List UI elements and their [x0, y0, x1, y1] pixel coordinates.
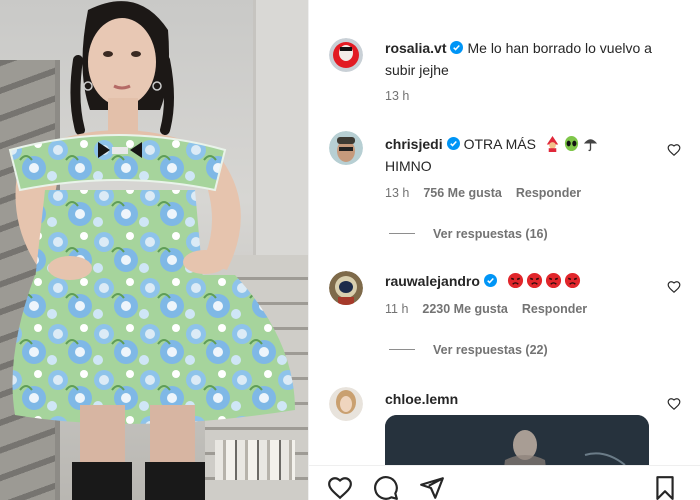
- view-replies-1[interactable]: Ver respuestas (16): [389, 227, 548, 241]
- alien-emoji: [564, 135, 578, 152]
- avatar-image: [329, 38, 363, 72]
- comment-time[interactable]: 13 h: [385, 186, 409, 200]
- view-replies-label[interactable]: Ver respuestas (16): [433, 227, 548, 241]
- woman-in-floral-dress: [8, 1, 295, 500]
- pouting-face-emoji: [507, 272, 523, 289]
- replies-line: [389, 349, 415, 350]
- comment-username[interactable]: chloe.lemn: [385, 391, 458, 407]
- avatar-chloe[interactable]: [329, 387, 363, 421]
- caption-meta: 13 h: [385, 89, 423, 103]
- pouting-face-emoji: [526, 272, 542, 289]
- avatar-chrisjedi[interactable]: [329, 131, 363, 165]
- comment-1: chrisjedi OTRA MÁS HIMNO: [385, 133, 665, 177]
- comment-icon[interactable]: [373, 475, 399, 500]
- like-comment-heart-icon[interactable]: [667, 280, 681, 294]
- comment-time[interactable]: 11 h: [385, 302, 408, 316]
- comment-2: rauwalejandro: [385, 270, 665, 292]
- save-icon[interactable]: [652, 475, 678, 500]
- like-comment-heart-icon[interactable]: [667, 143, 681, 157]
- avatar-image: [329, 387, 363, 421]
- comment-text-line2: HIMNO: [385, 158, 432, 174]
- heart-icon[interactable]: [327, 475, 353, 500]
- pouting-face-emoji: [564, 272, 580, 289]
- view-replies-2[interactable]: Ver respuestas (22): [389, 343, 548, 357]
- comment-username[interactable]: chrisjedi: [385, 136, 443, 152]
- verified-badge-icon: [450, 41, 464, 54]
- comment-1-meta: 13 h 756 Me gusta Responder: [385, 186, 595, 200]
- post-photo: [0, 0, 308, 500]
- caption-username[interactable]: rosalia.vt: [385, 40, 446, 56]
- avatar-rosalia[interactable]: [329, 38, 363, 72]
- like-comment-heart-icon[interactable]: [667, 397, 681, 411]
- replies-line: [389, 233, 415, 234]
- reply-button[interactable]: Responder: [522, 302, 587, 316]
- comment-likes[interactable]: 756 Me gusta: [423, 186, 502, 200]
- verified-badge-icon: [446, 137, 460, 150]
- avatar-image: [329, 131, 363, 165]
- comment-likes[interactable]: 2230 Me gusta: [422, 302, 507, 316]
- action-bar: [309, 465, 700, 500]
- reply-button[interactable]: Responder: [516, 186, 581, 200]
- pouting-face-emoji: [545, 272, 561, 289]
- avatar-image: [329, 271, 363, 305]
- caption-time[interactable]: 13 h: [385, 89, 409, 103]
- verified-badge-icon: [483, 274, 497, 287]
- share-icon[interactable]: [419, 475, 445, 500]
- comment-3: chloe.lemn: [385, 388, 458, 410]
- comment-username[interactable]: rauwalejandro: [385, 273, 480, 289]
- avatar-rauwalejandro[interactable]: [329, 271, 363, 305]
- umbrella-rain-emoji: [583, 139, 597, 152]
- comment-2-meta: 11 h 2230 Me gusta Responder: [385, 302, 601, 316]
- woman-mage-emoji: [546, 135, 559, 152]
- caption: rosalia.vt Me lo han borrado lo vuelvo a …: [385, 37, 685, 81]
- view-replies-label[interactable]: Ver respuestas (22): [433, 343, 548, 357]
- comment-text: OTRA MÁS: [463, 136, 536, 152]
